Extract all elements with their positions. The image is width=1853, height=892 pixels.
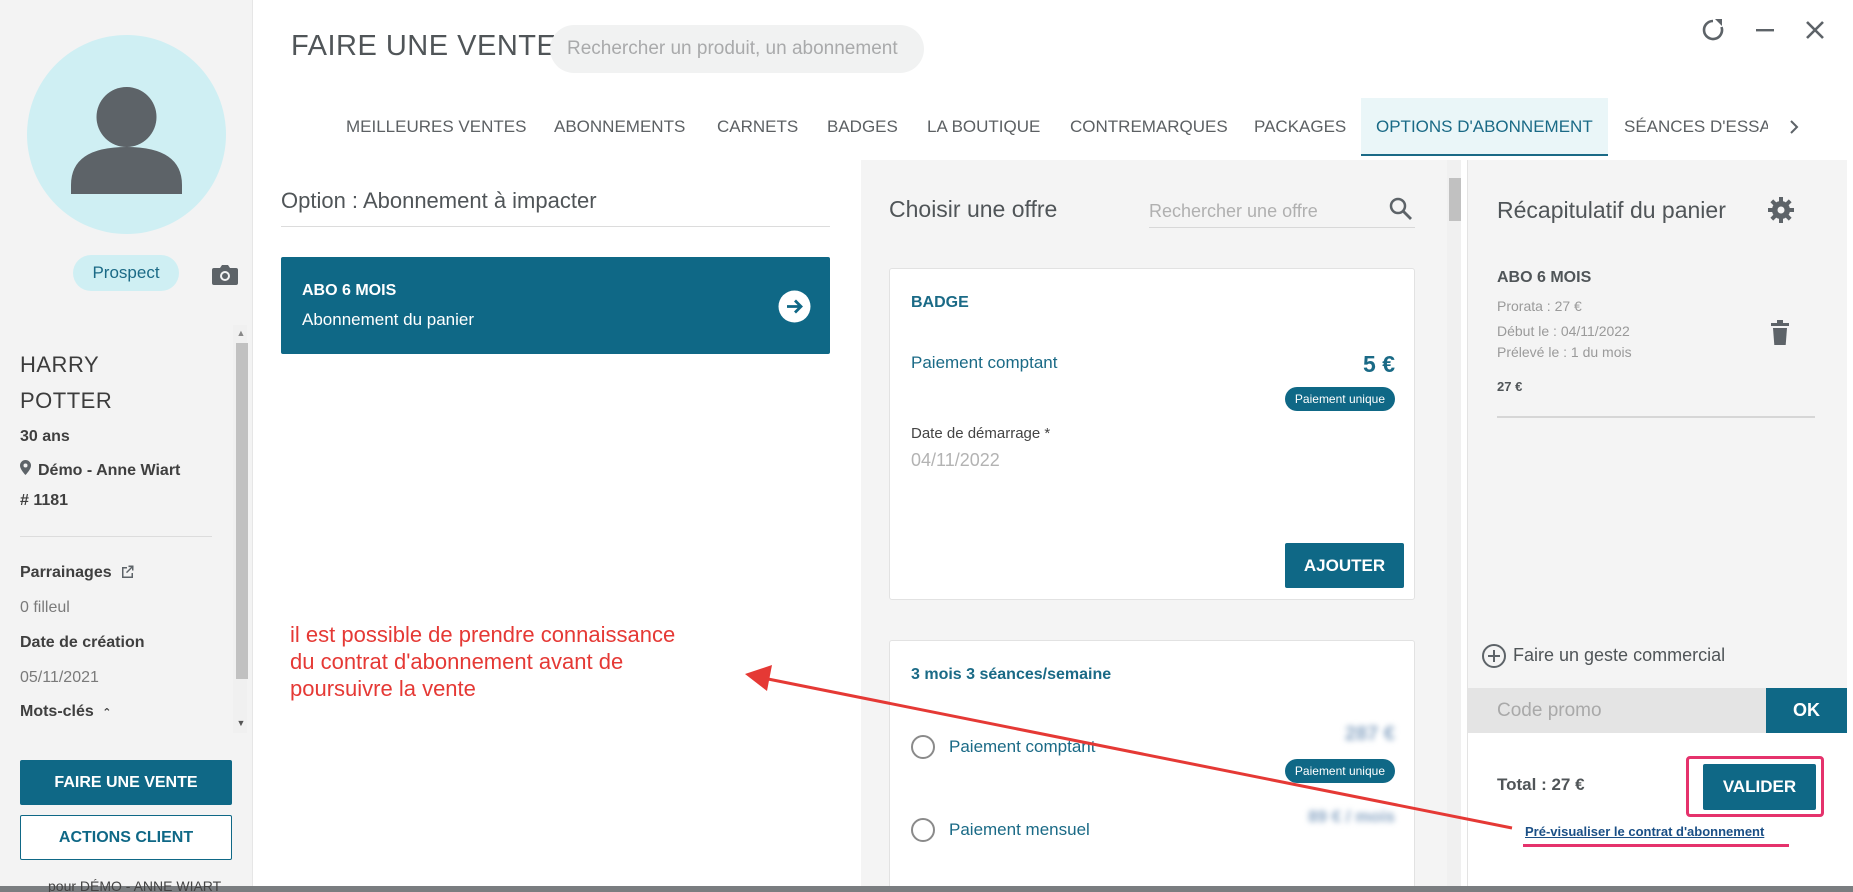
- search-icon[interactable]: [1388, 196, 1414, 222]
- scroll-up-icon[interactable]: ▲: [235, 327, 247, 339]
- minimize-icon[interactable]: [1751, 16, 1779, 44]
- tab-options-abonnement[interactable]: OPTIONS D'ABONNEMENT: [1361, 98, 1608, 156]
- tab-packages[interactable]: PACKAGES: [1254, 98, 1346, 156]
- tab-la-boutique[interactable]: LA BOUTIQUE: [927, 98, 1040, 156]
- filleul-count: 0 filleul: [20, 599, 70, 616]
- plan-offer-card: 3 mois 3 séances/semaine Paiement compta…: [889, 640, 1415, 886]
- product-search-input[interactable]: Rechercher un produit, un abonnement: [550, 25, 924, 73]
- cart-item-name: ABO 6 MOIS: [1497, 269, 1592, 286]
- plan-option2-label: Paiement mensuel: [949, 820, 1090, 839]
- cart-item-start: Début le : 04/11/2022: [1497, 323, 1630, 339]
- background-strip: [0, 886, 1853, 892]
- parrainages-link[interactable]: Parrainages: [20, 564, 135, 584]
- annotation-line-2: du contrat d'abonnement avant de: [290, 649, 624, 674]
- refresh-icon[interactable]: [1699, 16, 1727, 44]
- plan-option1-pill: Paiement unique: [1284, 759, 1395, 783]
- badge-offer-card: BADGE Paiement comptant 5 € Paiement uni…: [889, 268, 1415, 600]
- location-pin-icon: [20, 460, 34, 480]
- client-location: Démo - Anne Wiart: [20, 460, 180, 480]
- keywords-label: Mots-clés: [20, 703, 94, 720]
- valider-button[interactable]: VALIDER: [1703, 764, 1816, 810]
- tab-meilleures-ventes[interactable]: MEILLEURES VENTES: [346, 98, 526, 156]
- option-title: Option : Abonnement à impacter: [281, 188, 597, 213]
- sidebar-divider: [20, 536, 212, 537]
- keywords-toggle[interactable]: Mots-clés ⌃: [20, 703, 111, 721]
- page-title: FAIRE UNE VENTE: [291, 30, 557, 62]
- add-circle-icon: [1482, 644, 1506, 668]
- start-date-field[interactable]: 04/11/2022: [911, 450, 1000, 471]
- scroll-down-icon[interactable]: ▼: [235, 717, 247, 729]
- plan-option1-label: Paiement comptant: [949, 737, 1096, 756]
- actions-client-button[interactable]: ACTIONS CLIENT: [20, 815, 232, 860]
- sidebar-scroll-thumb[interactable]: [236, 343, 248, 679]
- start-date-label: Date de démarrage *: [911, 425, 1051, 442]
- close-icon[interactable]: [1801, 16, 1829, 44]
- trash-icon[interactable]: [1769, 320, 1791, 346]
- cart-divider: [1497, 416, 1815, 418]
- avatar: [27, 35, 226, 234]
- tab-seances-essai[interactable]: SÉANCES D'ESSA: [1624, 98, 1768, 156]
- background-text: pour DÉMO - ANNE WIART: [48, 878, 222, 892]
- creation-label: Date de création: [20, 634, 145, 651]
- preview-highlight-underline: [1523, 844, 1789, 847]
- promo-ok-button[interactable]: OK: [1766, 688, 1847, 733]
- client-sidebar: Prospect HARRY POTTER 30 ans Démo - Anne…: [0, 0, 253, 886]
- plan-option1-price: 287 €: [1344, 723, 1395, 745]
- tab-carnets[interactable]: CARNETS: [717, 98, 798, 156]
- offer-search-input[interactable]: Rechercher une offre: [1149, 194, 1415, 228]
- badge-payment-label: Paiement comptant: [911, 353, 1058, 372]
- parrainages-label: Parrainages: [20, 564, 112, 581]
- cart-item-prorata: Prorata : 27 €: [1497, 298, 1582, 314]
- tab-badges[interactable]: BADGES: [827, 98, 898, 156]
- annotation-line-3: poursuivre la vente: [290, 676, 476, 701]
- client-id: # 1181: [20, 492, 69, 509]
- chevron-right-icon[interactable]: [1786, 116, 1802, 138]
- cart-item-debit: Prélevé le : 1 du mois: [1497, 344, 1632, 360]
- client-age: 30 ans: [20, 428, 70, 445]
- geste-commercial-label: Faire un geste commercial: [1513, 645, 1726, 665]
- category-tabs: MEILLEURES VENTES ABONNEMENTS CARNETS BA…: [333, 98, 1791, 156]
- faire-une-vente-button[interactable]: FAIRE UNE VENTE: [20, 760, 232, 805]
- radio-paiement-mensuel[interactable]: [911, 818, 935, 842]
- tab-abonnements[interactable]: ABONNEMENTS: [554, 98, 685, 156]
- annotation-line-1: il est possible de prendre connaissance: [290, 622, 676, 647]
- promo-code-input[interactable]: Code promo: [1468, 688, 1766, 733]
- radio-paiement-comptant[interactable]: [911, 735, 935, 759]
- client-first-name: HARRY: [20, 352, 100, 377]
- badge-payment-pill: Paiement unique: [1284, 387, 1395, 411]
- ajouter-button[interactable]: AJOUTER: [1285, 543, 1404, 588]
- creation-date: 05/11/2021: [20, 669, 99, 686]
- annotation-text: il est possible de prendre connaissance …: [290, 621, 675, 702]
- preview-contract-link[interactable]: Pré-visualiser le contrat d'abonnement: [1525, 824, 1764, 839]
- status-badge: Prospect: [73, 255, 179, 291]
- offers-scrollbar[interactable]: [1447, 160, 1461, 886]
- gear-icon[interactable]: [1767, 196, 1795, 224]
- cart-title: Récapitulatif du panier: [1497, 197, 1726, 223]
- tab-contremarques[interactable]: CONTREMARQUES: [1070, 98, 1228, 156]
- subscription-card-subtitle: Abonnement du panier: [302, 310, 475, 329]
- camera-icon[interactable]: [211, 263, 239, 287]
- client-last-name: POTTER: [20, 388, 113, 413]
- offers-title: Choisir une offre: [889, 196, 1058, 222]
- plan-option2-price: 89 € / mois: [1308, 807, 1395, 826]
- subscription-card[interactable]: ABO 6 MOIS Abonnement du panier: [281, 257, 830, 354]
- plan-offer-heading: 3 mois 3 séances/semaine: [911, 666, 1112, 683]
- arrow-right-circle-icon[interactable]: [778, 290, 811, 323]
- chevron-up-icon: ⌃: [102, 707, 112, 719]
- client-location-label: Démo - Anne Wiart: [38, 462, 181, 479]
- subscription-card-title: ABO 6 MOIS: [302, 282, 397, 299]
- cart-item-amount: 27 €: [1497, 379, 1523, 394]
- badge-offer-heading: BADGE: [911, 294, 969, 311]
- external-link-icon[interactable]: [120, 564, 135, 584]
- cart-total: Total : 27 €: [1497, 775, 1585, 794]
- option-divider: [281, 226, 830, 227]
- badge-price: 5 €: [1363, 351, 1395, 377]
- sale-modal: Prospect HARRY POTTER 30 ans Démo - Anne…: [0, 0, 1853, 886]
- offers-scroll-thumb[interactable]: [1449, 178, 1461, 221]
